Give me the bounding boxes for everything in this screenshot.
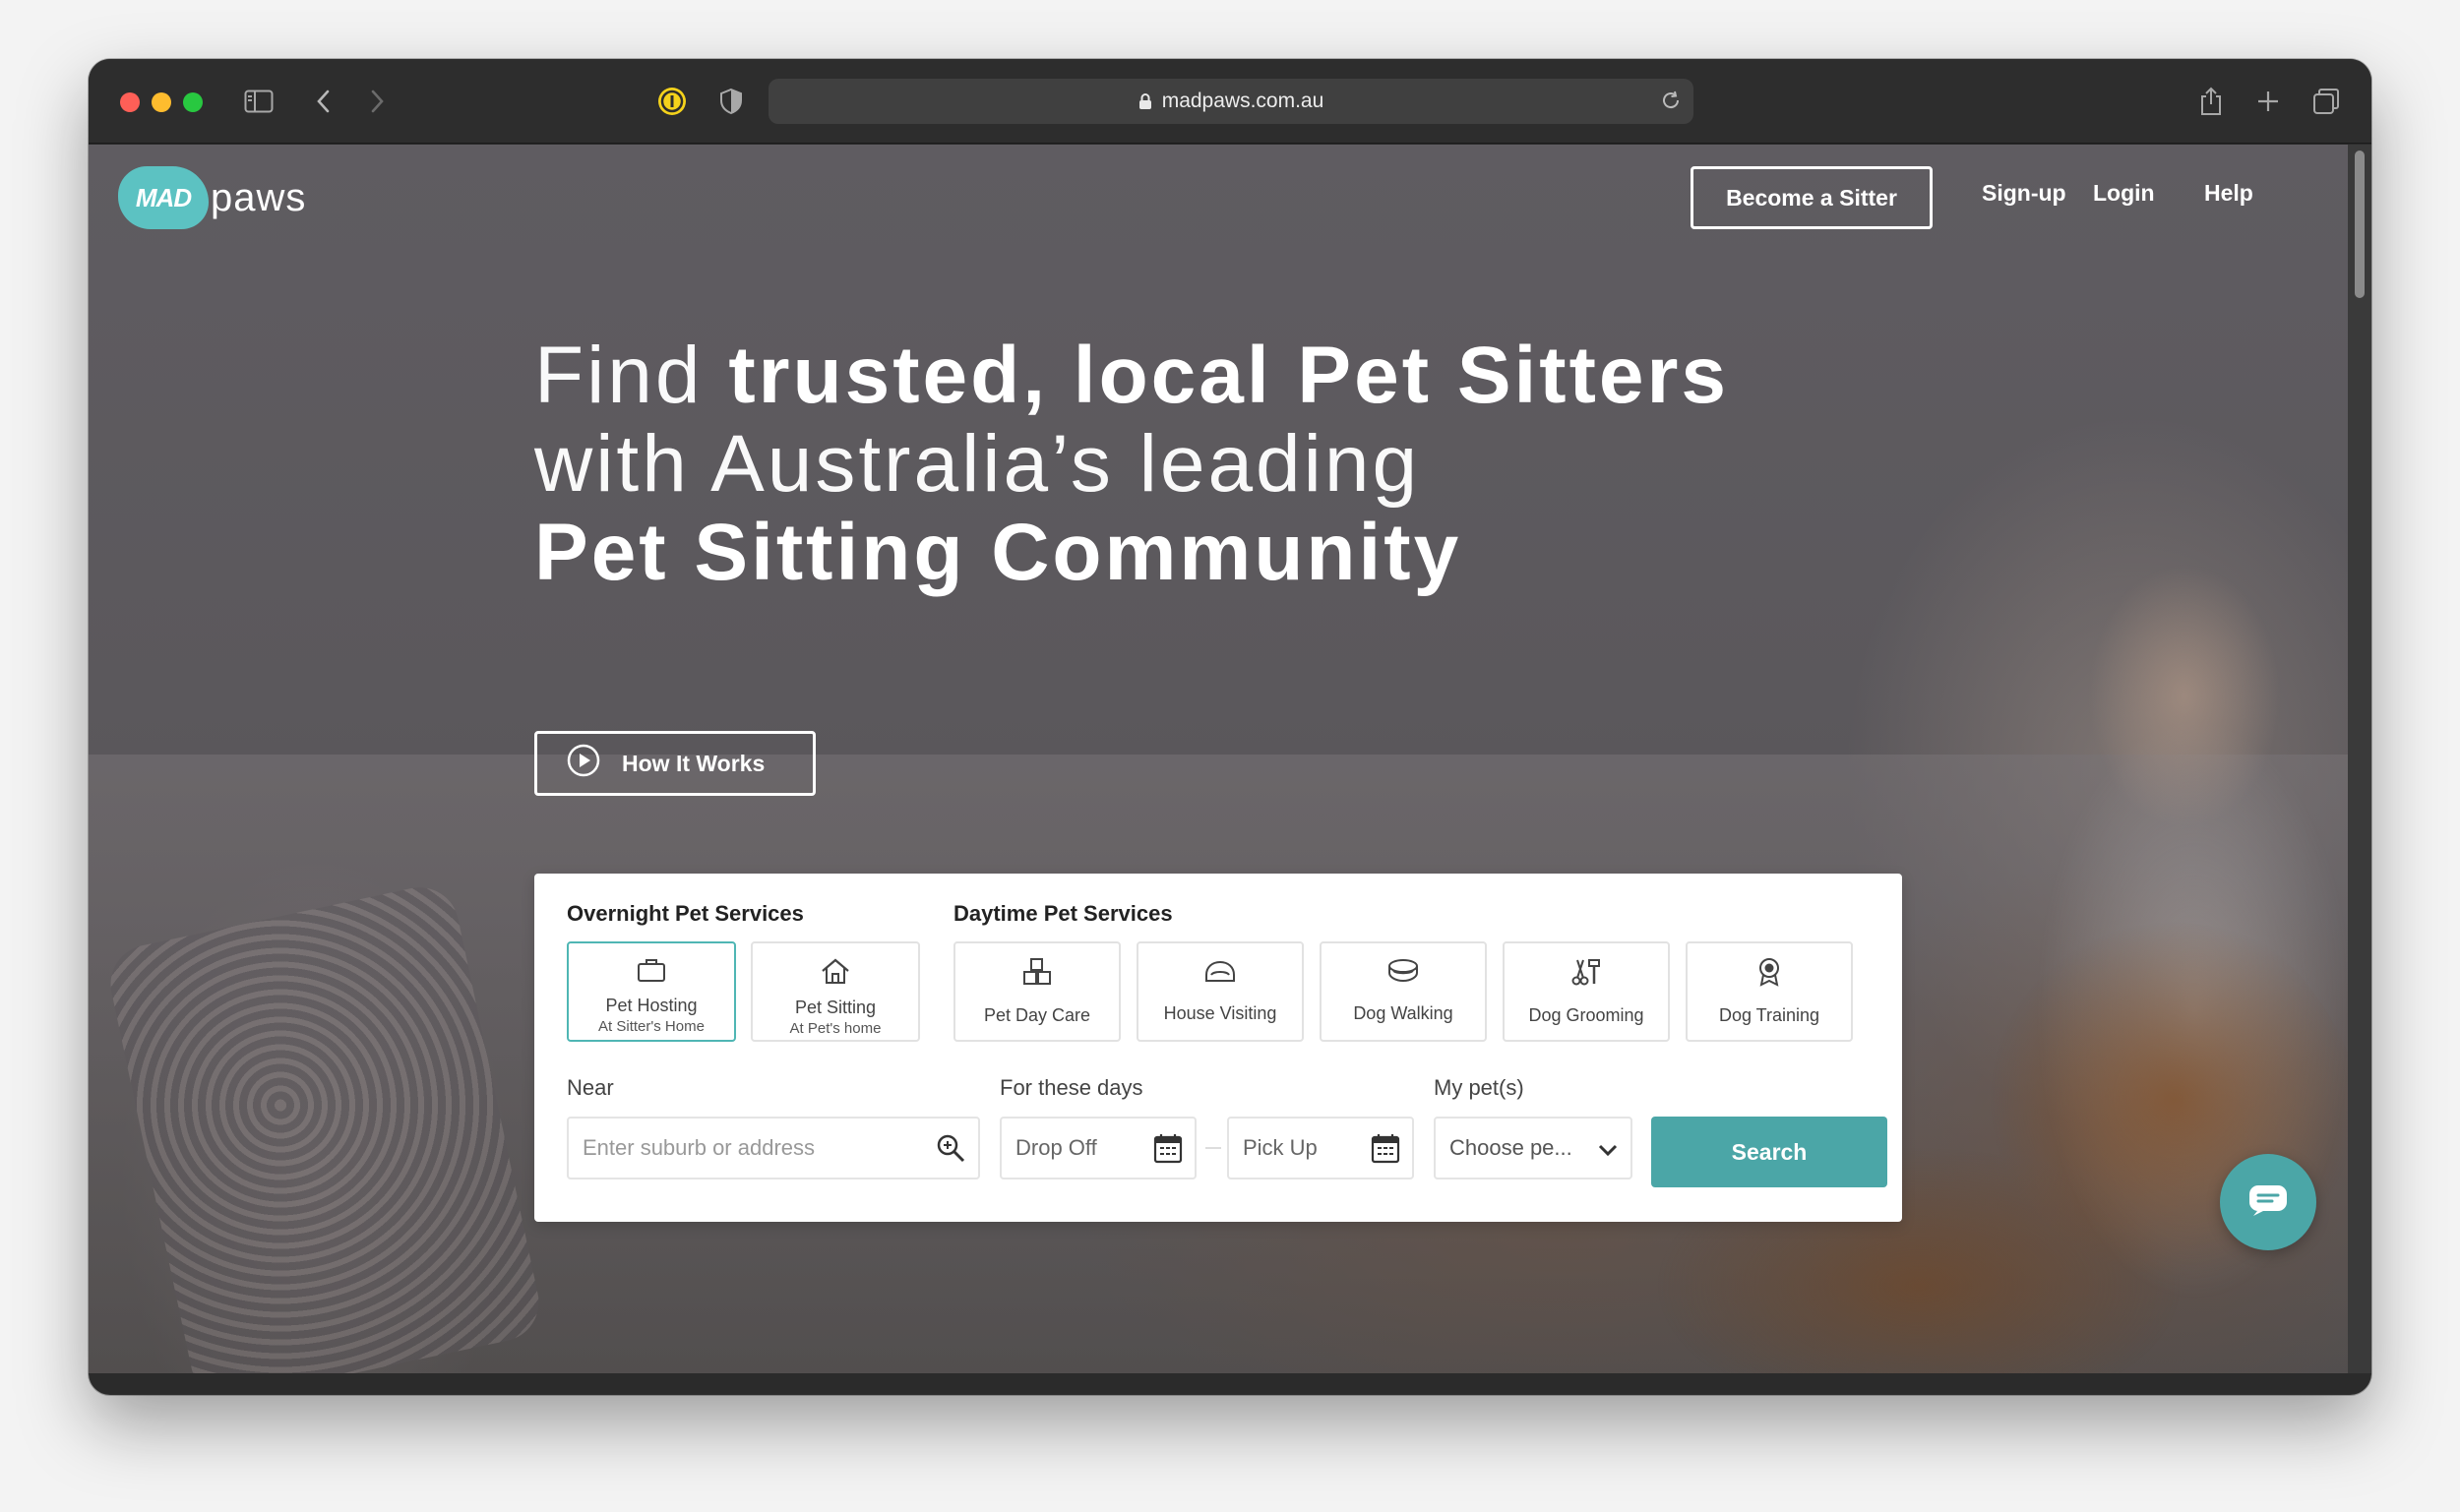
address-bar[interactable]: madpaws.com.au — [769, 79, 1693, 124]
search-button[interactable]: Search — [1651, 1117, 1887, 1187]
pets-label: My pet(s) — [1434, 1075, 1524, 1100]
page-scrollbar[interactable] — [2348, 145, 2371, 1373]
service-label: Pet Day Care — [983, 1005, 1091, 1025]
service-pet-sitting[interactable]: Pet Sitting At Pet's home — [751, 941, 920, 1042]
logo-mark: MAD — [118, 166, 209, 229]
forward-icon[interactable] — [366, 85, 390, 118]
browser-toolbar: madpaws.com.au — [89, 59, 2371, 144]
search-panel: Overnight Pet Services Daytime Pet Servi… — [534, 874, 1902, 1222]
service-pet-hosting[interactable]: Pet Hosting At Sitter's Home — [567, 941, 736, 1042]
briefcase-icon — [637, 957, 666, 988]
password-manager-icon[interactable] — [655, 85, 689, 118]
become-sitter-button[interactable]: Become a Sitter — [1691, 166, 1933, 229]
service-pet-day-care[interactable]: Pet Day Care — [953, 941, 1121, 1042]
search-icon[interactable] — [935, 1132, 966, 1170]
pick-up-text: Pick Up — [1243, 1135, 1318, 1160]
tab-overview-icon[interactable] — [2310, 85, 2342, 118]
share-icon[interactable] — [2196, 85, 2226, 118]
how-it-works-button[interactable]: How It Works — [534, 731, 816, 796]
help-link[interactable]: Help — [2204, 180, 2253, 207]
chevron-down-icon — [1597, 1138, 1619, 1164]
headline-line2: with Australia’s leading — [534, 419, 1421, 509]
pet-bed-icon — [1203, 957, 1237, 990]
service-label: Dog Walking — [1353, 1003, 1453, 1023]
service-dog-grooming[interactable]: Dog Grooming — [1503, 941, 1670, 1042]
madpaws-logo[interactable]: MAD paws — [118, 164, 306, 231]
house-icon — [820, 957, 851, 990]
service-label: Dog Training — [1718, 1005, 1820, 1025]
minimize-window-button[interactable] — [152, 92, 171, 112]
close-window-button[interactable] — [120, 92, 140, 112]
web-page: MAD paws Become a Sitter Sign-up Login H… — [89, 145, 2348, 1373]
days-label: For these days — [1000, 1075, 1143, 1100]
sidebar-toggle-icon[interactable] — [242, 85, 276, 118]
calendar-icon[interactable] — [1153, 1132, 1183, 1170]
privacy-shield-icon[interactable] — [716, 85, 746, 118]
pick-up-input[interactable]: Pick Up — [1227, 1117, 1414, 1179]
browser-window: madpaws.com.au MAD paws Become a Sitter — [89, 59, 2371, 1395]
service-dog-training[interactable]: Dog Training — [1686, 941, 1853, 1042]
chat-icon — [2247, 1183, 2289, 1222]
lock-icon — [1138, 92, 1152, 110]
chat-launcher-button[interactable] — [2220, 1154, 2316, 1250]
logo-text: paws — [211, 175, 307, 219]
calendar-icon[interactable] — [1371, 1132, 1400, 1170]
back-icon[interactable] — [311, 85, 335, 118]
overnight-services-title: Overnight Pet Services — [567, 901, 804, 926]
service-label: Pet Hosting — [605, 996, 698, 1015]
how-it-works-label: How It Works — [622, 750, 766, 776]
blocks-icon — [1021, 957, 1053, 992]
signup-link[interactable]: Sign-up — [1982, 180, 2066, 207]
daytime-services-title: Daytime Pet Services — [953, 901, 1173, 926]
headline-line3: Pet Sitting Community — [534, 508, 1462, 597]
award-icon — [1754, 957, 1784, 992]
grooming-icon — [1570, 957, 1602, 992]
service-label: House Visiting — [1163, 1003, 1277, 1023]
pets-select-value: Choose pe... — [1449, 1135, 1572, 1160]
drop-off-text: Drop Off — [1015, 1135, 1097, 1160]
url-text: madpaws.com.au — [1161, 90, 1324, 112]
near-input[interactable]: Enter suburb or address — [567, 1117, 980, 1179]
headline-line1-light: Find — [534, 331, 729, 420]
scrollbar-thumb[interactable] — [2355, 151, 2365, 298]
service-dog-walking[interactable]: Dog Walking — [1320, 941, 1487, 1042]
headline-line1-bold: trusted, local Pet Sitters — [728, 331, 1730, 420]
pets-select[interactable]: Choose pe... — [1434, 1117, 1632, 1179]
service-sublabel: At Sitter's Home — [598, 1018, 705, 1035]
near-placeholder: Enter suburb or address — [583, 1135, 816, 1160]
service-sublabel: At Pet's home — [789, 1020, 882, 1037]
service-house-visiting[interactable]: House Visiting — [1137, 941, 1304, 1042]
near-label: Near — [567, 1075, 614, 1100]
site-header: MAD paws Become a Sitter Sign-up Login H… — [89, 145, 2348, 253]
new-tab-icon[interactable] — [2253, 85, 2283, 118]
login-link[interactable]: Login — [2093, 180, 2155, 207]
zoom-window-button[interactable] — [183, 92, 203, 112]
date-range-separator — [1205, 1147, 1221, 1149]
hero-headline: Find trusted, local Pet Sitters with Aus… — [534, 332, 1729, 597]
service-label: Dog Grooming — [1528, 1005, 1644, 1025]
play-circle-icon — [567, 744, 600, 783]
bowl-icon — [1386, 957, 1420, 990]
reload-icon[interactable] — [1660, 90, 1682, 117]
service-label: Pet Sitting — [794, 998, 877, 1017]
drop-off-input[interactable]: Drop Off — [1000, 1117, 1197, 1179]
